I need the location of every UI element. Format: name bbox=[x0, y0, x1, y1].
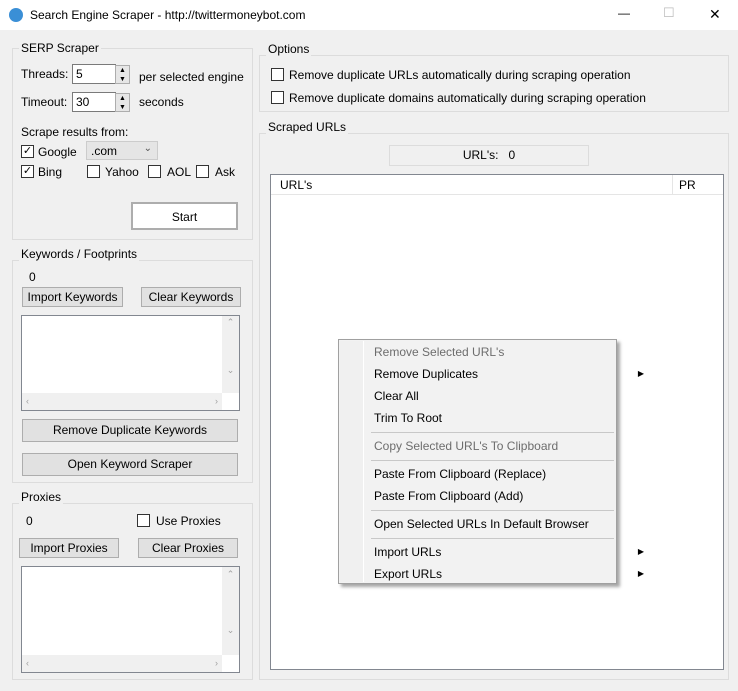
google-checkbox[interactable]: ✓ bbox=[21, 145, 34, 158]
keywords-count: 0 bbox=[29, 270, 36, 284]
vertical-scrollbar[interactable]: ⌃ ⌄ bbox=[222, 316, 239, 393]
aol-label: AOL bbox=[167, 165, 192, 179]
menu-item-export-urls[interactable]: Export URLs ▶ bbox=[374, 563, 644, 585]
maximize-button[interactable]: ☐ bbox=[663, 5, 675, 21]
app-icon bbox=[9, 8, 23, 22]
remove-duplicate-domains-label: Remove duplicate domains automatically d… bbox=[289, 91, 646, 105]
menu-separator bbox=[371, 538, 614, 539]
use-proxies-checkbox[interactable] bbox=[137, 514, 150, 527]
use-proxies-label: Use Proxies bbox=[156, 514, 221, 528]
ask-label: Ask bbox=[215, 165, 236, 179]
proxies-textbox[interactable]: ⌃ ⌄ ‹ › bbox=[21, 566, 240, 673]
chevron-down-icon: ⌄ bbox=[143, 143, 152, 154]
submenu-arrow-icon: ▶ bbox=[637, 569, 644, 578]
context-menu: Remove Selected URL's Remove Duplicates ▶… bbox=[338, 339, 644, 585]
vertical-scrollbar[interactable]: ⌃ ⌄ bbox=[222, 567, 239, 655]
import-proxies-button[interactable]: Import Proxies bbox=[19, 538, 119, 558]
proxies-count: 0 bbox=[26, 514, 33, 528]
scraped-urls-title: Scraped URLs bbox=[266, 120, 349, 134]
proxies-title: Proxies bbox=[19, 490, 64, 504]
google-domain-select[interactable]: .com ⌄ bbox=[86, 141, 158, 160]
timeout-spinner[interactable]: ▲ ▼ bbox=[115, 93, 130, 112]
threads-input[interactable]: 5 bbox=[72, 64, 116, 84]
window-title: Search Engine Scraper - http://twittermo… bbox=[30, 8, 306, 22]
yahoo-checkbox[interactable] bbox=[87, 165, 100, 178]
menu-separator bbox=[371, 460, 614, 461]
google-label: Google bbox=[38, 145, 77, 159]
open-keyword-scraper-button[interactable]: Open Keyword Scraper bbox=[22, 453, 238, 476]
minimize-button[interactable]: — bbox=[618, 6, 630, 20]
serp-scraper-title: SERP Scraper bbox=[19, 41, 101, 55]
close-button[interactable]: ✕ bbox=[709, 6, 721, 23]
menu-separator bbox=[371, 510, 614, 511]
horizontal-scrollbar[interactable]: ‹ › bbox=[22, 655, 222, 672]
menu-item-remove-duplicates[interactable]: Remove Duplicates ▶ bbox=[374, 363, 644, 385]
threads-spinner[interactable]: ▲ ▼ bbox=[115, 65, 130, 84]
menu-separator bbox=[371, 432, 614, 433]
bing-checkbox[interactable]: ✓ bbox=[21, 165, 34, 178]
remove-duplicate-urls-label: Remove duplicate URLs automatically duri… bbox=[289, 68, 631, 82]
column-header-urls[interactable]: URL's bbox=[271, 175, 673, 195]
menu-item-copy-selected: Copy Selected URL's To Clipboard bbox=[374, 439, 559, 453]
yahoo-label: Yahoo bbox=[105, 165, 139, 179]
column-header-pr[interactable]: PR bbox=[673, 175, 723, 195]
horizontal-scrollbar[interactable]: ‹ › bbox=[22, 393, 222, 410]
keywords-title: Keywords / Footprints bbox=[19, 247, 140, 261]
url-count-label: URL's: bbox=[462, 148, 499, 162]
keywords-textbox[interactable]: ⌃ ⌄ ‹ › bbox=[21, 315, 240, 411]
bing-label: Bing bbox=[38, 165, 63, 179]
scrape-from-label: Scrape results from: bbox=[21, 125, 129, 139]
submenu-arrow-icon: ▶ bbox=[637, 547, 644, 556]
threads-suffix: per selected engine bbox=[139, 70, 244, 84]
clear-proxies-button[interactable]: Clear Proxies bbox=[138, 538, 238, 558]
timeout-suffix: seconds bbox=[139, 95, 184, 109]
title-bar: Search Engine Scraper - http://twittermo… bbox=[0, 0, 738, 30]
remove-duplicate-domains-checkbox[interactable] bbox=[271, 91, 284, 104]
menu-item-paste-replace[interactable]: Paste From Clipboard (Replace) bbox=[374, 463, 614, 485]
ask-checkbox[interactable] bbox=[196, 165, 209, 178]
menu-item-import-urls[interactable]: Import URLs ▶ bbox=[374, 541, 644, 563]
menu-item-open-in-browser[interactable]: Open Selected URLs In Default Browser bbox=[374, 513, 614, 535]
options-title: Options bbox=[266, 42, 312, 56]
timeout-input[interactable]: 30 bbox=[72, 92, 116, 112]
remove-duplicate-urls-checkbox[interactable] bbox=[271, 68, 284, 81]
menu-gutter bbox=[340, 341, 364, 582]
clear-keywords-button[interactable]: Clear Keywords bbox=[141, 287, 241, 307]
url-count-box: URL's: 0 bbox=[389, 145, 589, 166]
menu-item-label: Export URLs bbox=[374, 567, 443, 581]
aol-checkbox[interactable] bbox=[148, 165, 161, 178]
menu-item-label: Import URLs bbox=[374, 545, 442, 559]
submenu-arrow-icon: ▶ bbox=[637, 369, 644, 378]
threads-label: Threads: bbox=[21, 67, 69, 81]
menu-item-trim-to-root[interactable]: Trim To Root bbox=[374, 407, 614, 429]
menu-item-paste-add[interactable]: Paste From Clipboard (Add) bbox=[374, 485, 614, 507]
start-button[interactable]: Start bbox=[131, 202, 238, 230]
menu-item-remove-selected: Remove Selected URL's bbox=[374, 345, 505, 359]
url-count-value: 0 bbox=[508, 148, 516, 162]
import-keywords-button[interactable]: Import Keywords bbox=[22, 287, 123, 307]
timeout-label: Timeout: bbox=[21, 95, 68, 109]
remove-duplicate-keywords-button[interactable]: Remove Duplicate Keywords bbox=[22, 419, 238, 442]
google-domain-value: .com bbox=[91, 144, 118, 158]
menu-item-label: Remove Duplicates bbox=[374, 367, 479, 381]
menu-item-clear-all[interactable]: Clear All bbox=[374, 385, 614, 407]
